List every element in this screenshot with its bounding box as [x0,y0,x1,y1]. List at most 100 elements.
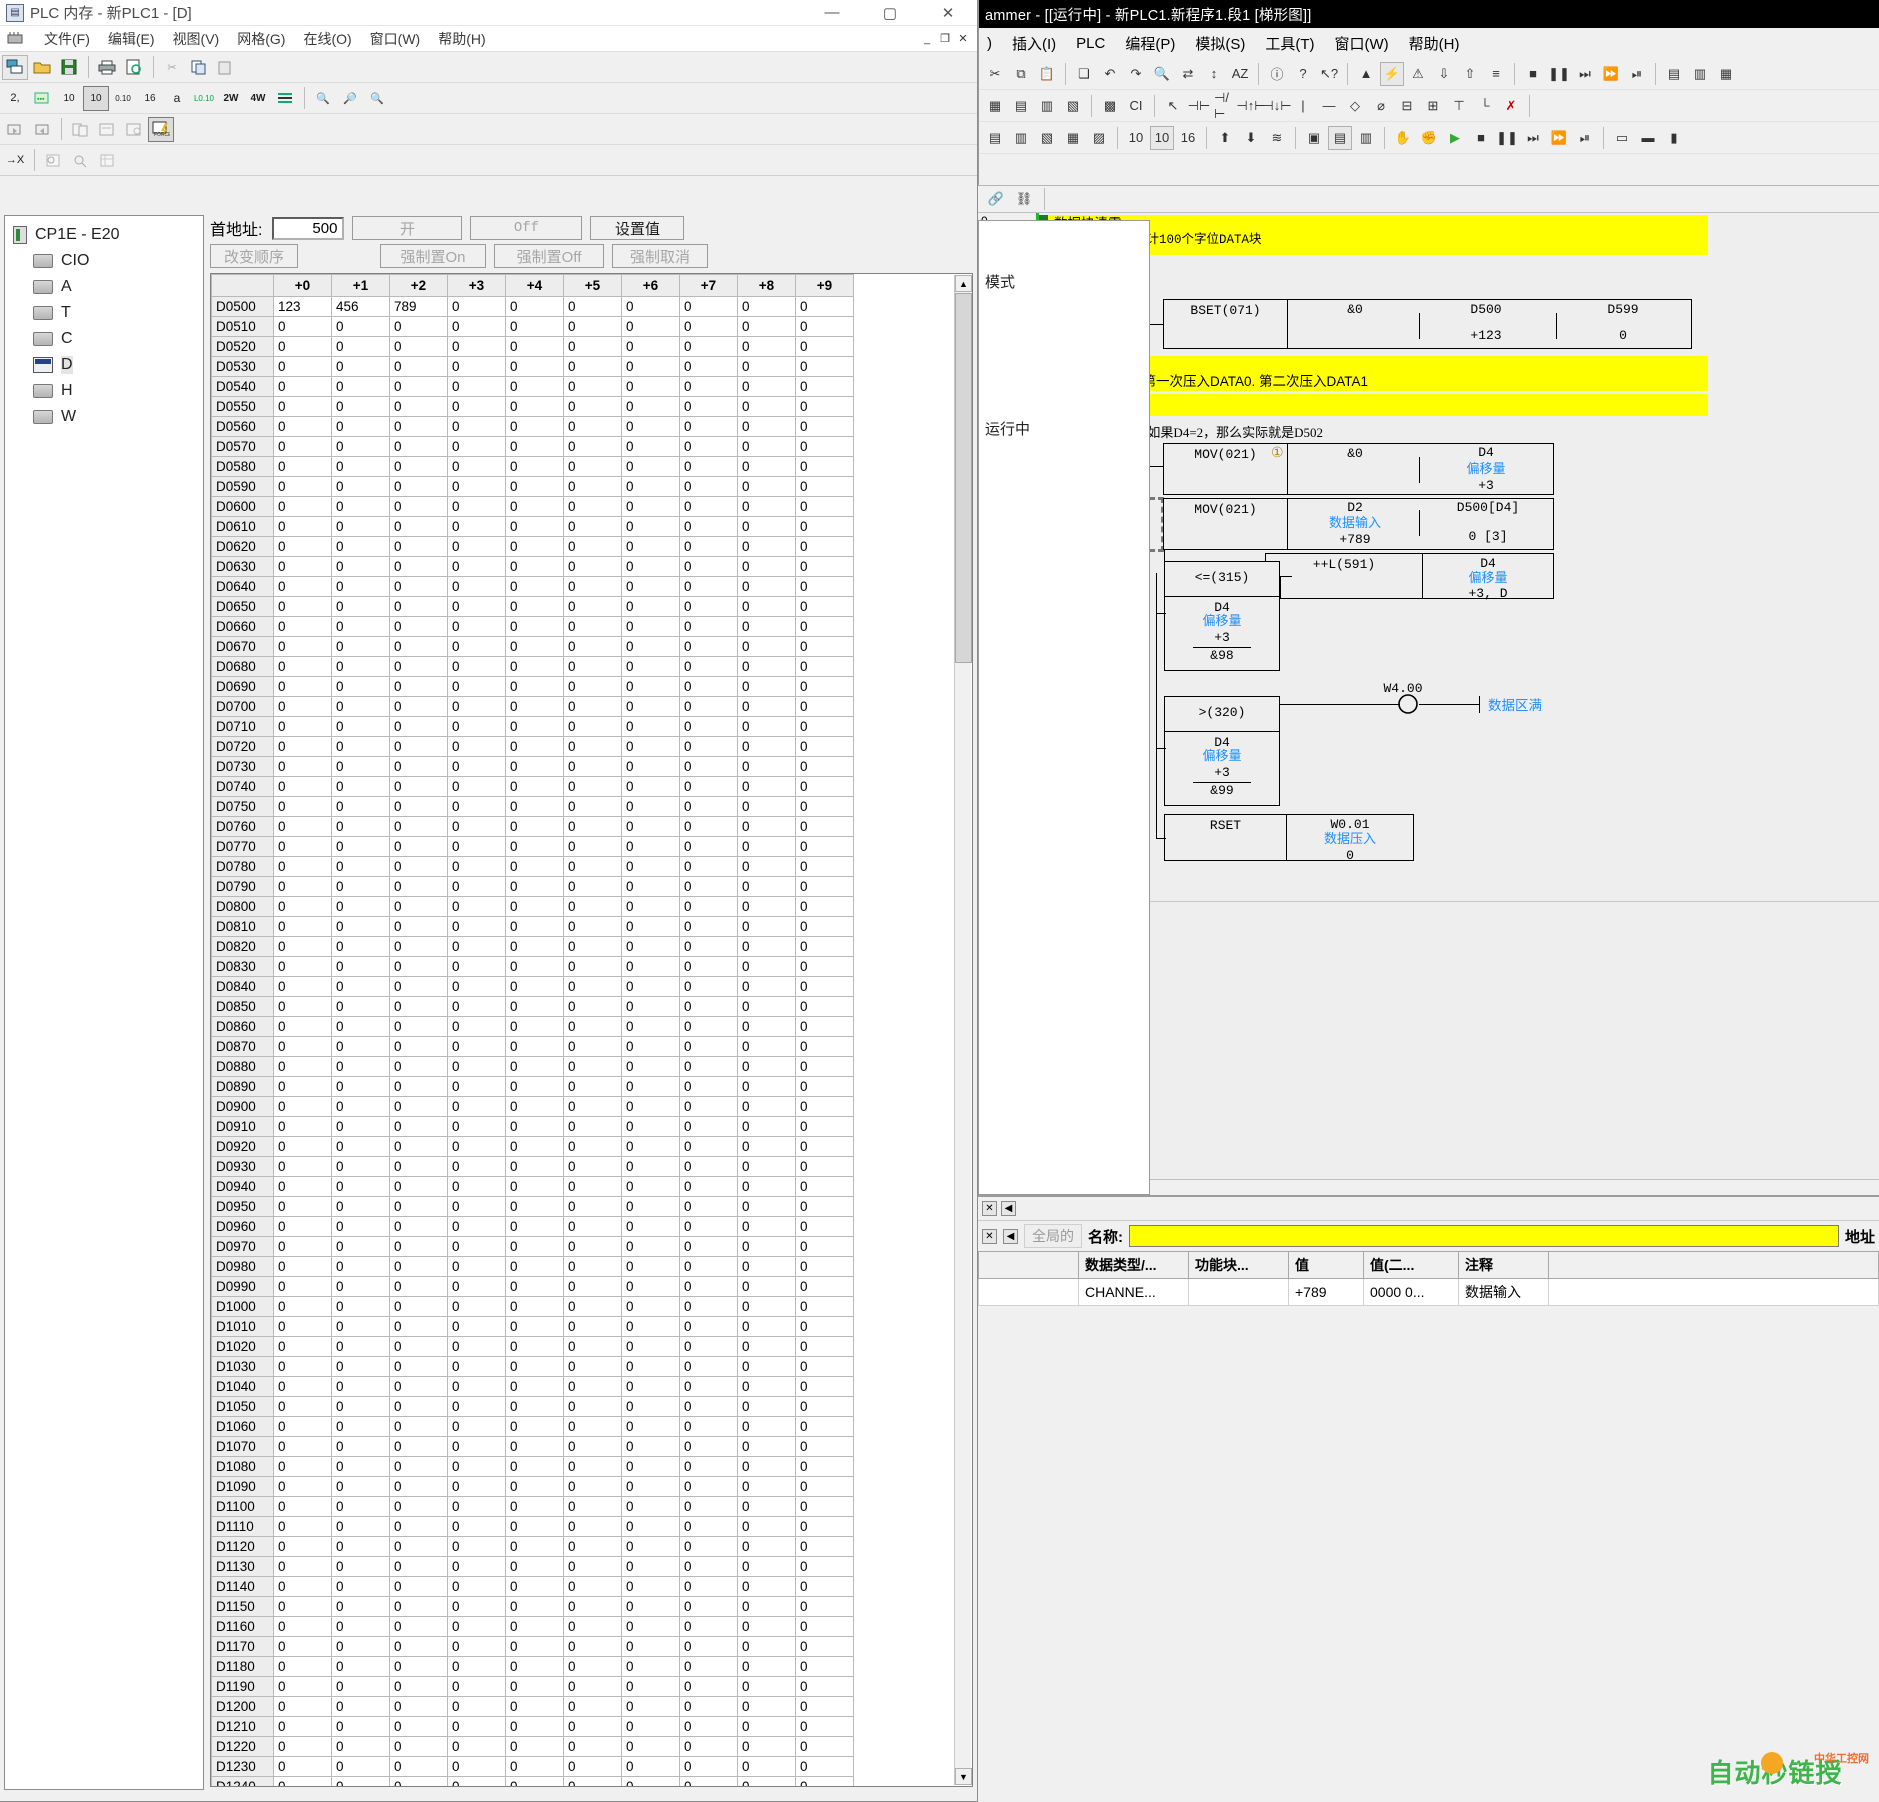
memory-cell[interactable]: 0 [737,696,796,717]
memory-cell[interactable]: 0 [447,1496,506,1517]
memory-cell[interactable]: 0 [621,396,680,417]
memory-cell[interactable]: 0 [737,376,796,397]
memory-cell[interactable]: 0 [273,696,332,717]
memory-cell[interactable]: 0 [795,296,854,317]
memory-cell[interactable]: 0 [389,1216,448,1237]
memory-row[interactable]: D0870 0 0 0 0 0 0 0 0 0 0 [211,1036,854,1057]
memory-cell[interactable]: 0 [331,1616,390,1637]
memory-cell[interactable]: 0 [563,1656,622,1677]
memory-cell[interactable]: 0 [737,1036,796,1057]
memory-cell[interactable]: 0 [795,316,854,337]
memory-cell[interactable]: 0 [505,1376,564,1397]
memory-cell[interactable]: 0 [563,1316,622,1337]
memory-cell[interactable]: 0 [273,416,332,437]
memory-cell[interactable]: 0 [273,1776,332,1786]
memory-cell[interactable]: 0 [621,296,680,317]
memory-cell[interactable]: 0 [621,1116,680,1137]
memory-cell[interactable]: 0 [505,536,564,557]
memory-cell[interactable]: 0 [737,296,796,317]
memory-cell[interactable]: 0 [737,1416,796,1437]
dec10b-icon[interactable]: 10 [1150,125,1174,150]
memory-cell[interactable]: 0 [273,476,332,497]
fill-icon[interactable]: ▪▪▪ [29,86,55,111]
memory-cell[interactable]: 0 [621,1076,680,1097]
memory-row[interactable]: D0570 0 0 0 0 0 0 0 0 0 0 [211,436,854,457]
memory-cell[interactable]: 0 [621,1036,680,1057]
memory-row[interactable]: D1210 0 0 0 0 0 0 0 0 0 0 [211,1716,854,1737]
memory-cell[interactable]: 0 [331,776,390,797]
memory-cell[interactable]: 0 [679,696,738,717]
memory-cell[interactable]: 0 [273,316,332,337]
memory-cell[interactable]: 0 [737,1576,796,1597]
memory-cell[interactable]: 0 [273,1376,332,1397]
memory-cell[interactable]: 0 [447,656,506,677]
memory-cell[interactable]: 0 [505,296,564,317]
memory-row[interactable]: D1050 0 0 0 0 0 0 0 0 0 0 [211,1396,854,1417]
memory-cell[interactable]: 0 [505,1516,564,1537]
memory-col-offset-+0[interactable]: +0 [273,274,332,297]
memory-row[interactable]: D1140 0 0 0 0 0 0 0 0 0 0 [211,1576,854,1597]
memory-row[interactable]: D1100 0 0 0 0 0 0 0 0 0 0 [211,1496,854,1517]
tree-root-node[interactable]: CP1E - E20 [5,222,203,248]
memory-cell[interactable]: 0 [447,716,506,737]
memory-cell[interactable]: 0 [447,1376,506,1397]
memory-cell[interactable]: 0 [331,956,390,977]
memory-cell[interactable]: 0 [273,996,332,1017]
memory-cell[interactable]: 0 [795,1356,854,1377]
memory-cell[interactable]: 0 [621,1156,680,1177]
memory-cell[interactable]: 0 [273,656,332,677]
memory-cell[interactable]: 0 [621,1536,680,1557]
memory-cell[interactable]: 0 [505,916,564,937]
memory-cell[interactable]: 0 [795,1036,854,1057]
memory-cell[interactable]: 0 [273,1096,332,1117]
memory-cell[interactable]: 0 [273,396,332,417]
memory-cell[interactable]: 0 [737,1396,796,1417]
memory-cell[interactable]: 0 [505,1356,564,1377]
memory-cell[interactable]: 0 [679,1516,738,1537]
memory-cell[interactable]: 0 [505,976,564,997]
memory-cell[interactable]: 0 [273,616,332,637]
memory-cell[interactable]: 0 [621,1696,680,1717]
memory-cell[interactable]: 0 [505,1736,564,1757]
memory-row[interactable]: D1230 0 0 0 0 0 0 0 0 0 0 [211,1756,854,1777]
memory-cell[interactable]: 0 [621,576,680,597]
memory-col-offset-+4[interactable]: +4 [505,274,564,297]
memory-cell[interactable]: 0 [679,1276,738,1297]
memory-cell[interactable]: 0 [737,1316,796,1337]
memory-cell[interactable]: 0 [273,816,332,837]
memory-row[interactable]: D0940 0 0 0 0 0 0 0 0 0 0 [211,1176,854,1197]
dec-point-icon[interactable]: 0.10 [110,86,136,111]
memory-cell[interactable]: 0 [331,976,390,997]
memory-cell[interactable]: 0 [621,936,680,957]
collapse-icon[interactable]: ◀ [1001,1201,1016,1216]
memory-cell[interactable]: 0 [679,1136,738,1157]
memory-cell[interactable]: 0 [737,1136,796,1157]
memory-cell[interactable]: 0 [273,1136,332,1157]
pane1-icon[interactable]: ▭ [1610,126,1634,150]
memory-cell[interactable]: 0 [563,616,622,637]
memory-cell[interactable]: 0 [563,1276,622,1297]
memory-row[interactable]: D0530 0 0 0 0 0 0 0 0 0 0 [211,356,854,377]
memory-cell[interactable]: 0 [447,1696,506,1717]
memory-cell[interactable]: 0 [679,1696,738,1717]
memory-cell[interactable]: 0 [795,376,854,397]
memory-col-offset-+6[interactable]: +6 [621,274,680,297]
memory-row[interactable]: D0850 0 0 0 0 0 0 0 0 0 0 [211,996,854,1017]
memory-cell[interactable]: 0 [621,1636,680,1657]
memory-cell[interactable]: 0 [447,436,506,457]
memory-cell[interactable]: 0 [331,1416,390,1437]
memory-cell[interactable]: 0 [621,1356,680,1377]
memory-cell[interactable]: 0 [505,356,564,377]
memory-cell[interactable]: 0 [679,1536,738,1557]
memory-cell[interactable]: 0 [447,1216,506,1237]
memory-cell[interactable]: 0 [679,1736,738,1757]
memory-cell[interactable]: 0 [505,1456,564,1477]
memory-row[interactable]: D0790 0 0 0 0 0 0 0 0 0 0 [211,876,854,897]
memory-cell[interactable]: 0 [273,956,332,977]
column-value[interactable]: 值 [1288,1251,1364,1279]
memory-cell[interactable]: 0 [331,696,390,717]
memory-cell[interactable]: 0 [737,1556,796,1577]
memory-cell[interactable]: 0 [795,976,854,997]
memory-cell[interactable]: 0 [621,696,680,717]
mdi-minimize-button[interactable]: _ [919,31,935,46]
